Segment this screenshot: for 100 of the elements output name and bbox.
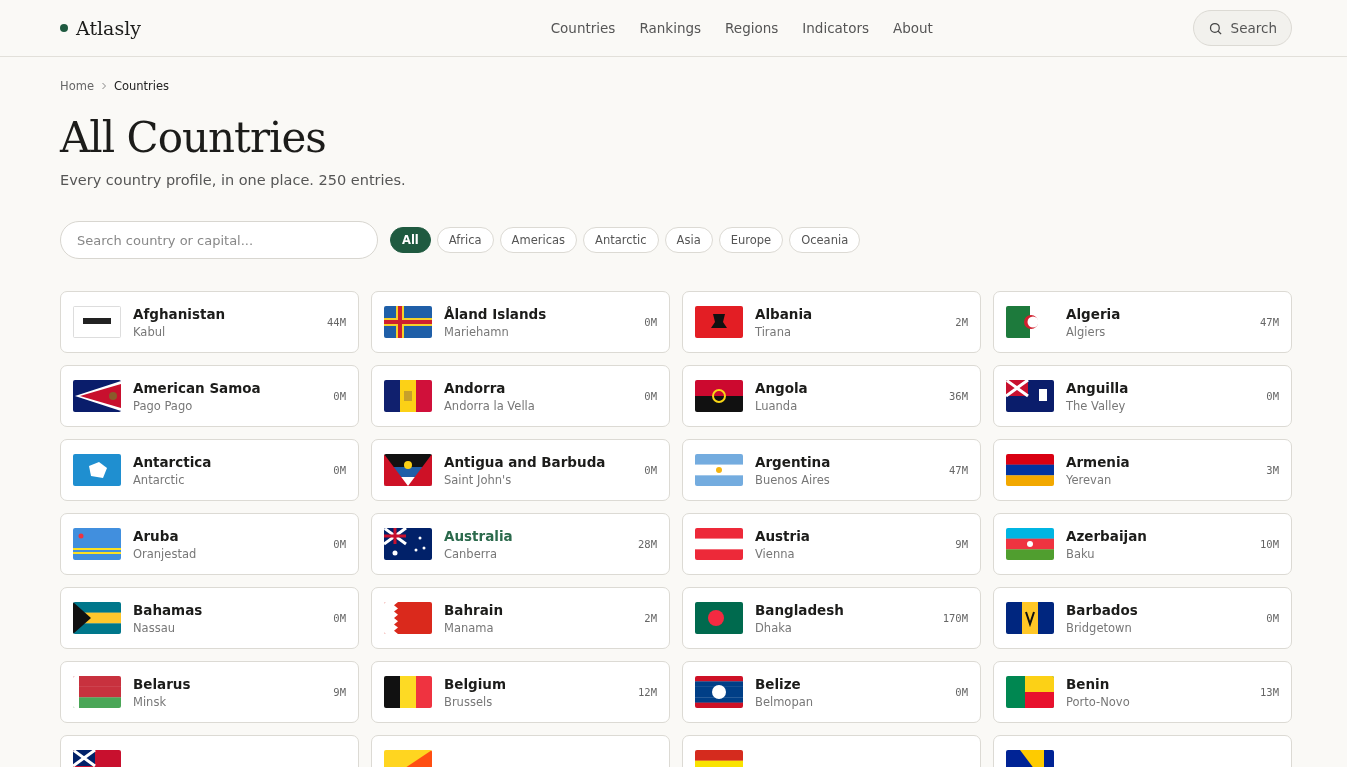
population-value: 0M [333, 464, 346, 476]
capital-name: Nassau [133, 620, 176, 635]
country-card[interactable]: Austria Vienna 9M [682, 513, 981, 575]
nav-link[interactable]: Countries [550, 20, 616, 36]
country-card[interactable]: Armenia Yerevan 3M [993, 439, 1292, 501]
population-value: 0M [333, 538, 346, 550]
country-card[interactable]: Belarus Minsk 9M [60, 661, 359, 723]
filter-chip[interactable]: Americas [499, 227, 578, 253]
population-value: 10M [1260, 538, 1279, 550]
population-value: 9M [333, 686, 346, 698]
flag-icon [695, 528, 743, 560]
filter-chip[interactable]: Europe [718, 227, 784, 253]
flag-icon [384, 380, 432, 412]
flag-icon [1006, 676, 1054, 708]
capital-name: Mariehamn [444, 324, 510, 339]
breadcrumb-link[interactable]: Countries [113, 79, 170, 93]
country-card[interactable]: American Samoa Pago Pago 0M [60, 365, 359, 427]
population-value: 0M [644, 316, 657, 328]
breadcrumb-link[interactable]: Home [60, 79, 94, 93]
capital-name: Kabul [133, 324, 167, 339]
country-name: Australia [444, 527, 514, 544]
filter-chip[interactable]: Africa [436, 227, 494, 253]
chevron-icon [99, 82, 108, 90]
population-value: 0M [644, 390, 657, 402]
flag-icon [73, 306, 121, 338]
country-name: Bangladesh [755, 601, 845, 618]
capital-name: Manama [444, 620, 495, 635]
capital-name: Bridgetown [1066, 620, 1133, 635]
country-card[interactable]: Bahamas Nassau 0M [60, 587, 359, 649]
page-title: All Countries [60, 113, 327, 162]
capital-name: Antarctic [133, 472, 186, 487]
population-value: 0M [955, 686, 968, 698]
capital-name: Canberra [444, 546, 499, 561]
flag-icon [73, 602, 121, 634]
nav-link[interactable]: Rankings [639, 20, 702, 36]
country-name: Bahrain [444, 601, 505, 618]
population-value: 44M [327, 316, 346, 328]
search-field[interactable]: Search country or capital... [60, 221, 378, 259]
population-value: 0M [333, 612, 346, 624]
country-name: Åland Islands [444, 305, 548, 322]
filter-chip[interactable]: Asia [664, 227, 713, 253]
country-name: Anguilla [1066, 379, 1130, 396]
nav-link[interactable]: About [893, 20, 933, 36]
search-button[interactable]: Search [1192, 10, 1292, 46]
country-name: Benin [1066, 675, 1111, 692]
country-card[interactable]: Anguilla The Valley 0M [993, 365, 1292, 427]
population-value: 47M [949, 464, 968, 476]
population-value: 12M [638, 686, 657, 698]
population-value: 0M [644, 464, 657, 476]
capital-name: The Valley [1066, 398, 1127, 413]
country-card[interactable]: Belize Belmopan 0M [682, 661, 981, 723]
country-name: Bahamas [133, 601, 204, 618]
country-card[interactable]: Antarctica Antarctic 0M [60, 439, 359, 501]
country-card[interactable]: Afghanistan Kabul 44M [60, 291, 359, 353]
country-name: Afghanistan [133, 305, 227, 322]
country-card[interactable]: Algeria Algiers 47M [993, 291, 1292, 353]
country-name: Albania [755, 305, 814, 322]
country-name: Andorra [444, 379, 507, 396]
capital-name: Dhaka [755, 620, 793, 635]
flag-icon [73, 528, 121, 560]
capital-name: Porto-Novo [1066, 694, 1131, 709]
country-name: Antarctica [133, 453, 213, 470]
flag-icon [1006, 528, 1054, 560]
flag-icon [695, 306, 743, 338]
country-name: Algeria [1066, 305, 1122, 322]
search-icon [1207, 20, 1223, 36]
capital-name: Oranjestad [133, 546, 198, 561]
nav-link[interactable]: Indicators [802, 20, 869, 36]
country-card[interactable]: Aruba Oranjestad 0M [60, 513, 359, 575]
country-card[interactable]: Argentina Buenos Aires 47M [682, 439, 981, 501]
flag-icon [695, 602, 743, 634]
country-card[interactable]: Antigua and Barbuda Saint John's 0M [371, 439, 670, 501]
country-card[interactable]: Bangladesh Dhaka 170M [682, 587, 981, 649]
population-value: 28M [638, 538, 657, 550]
population-value: 3M [1266, 464, 1279, 476]
logo[interactable]: Atlasly [76, 17, 141, 39]
country-card[interactable]: Benin Porto-Novo 13M [993, 661, 1292, 723]
country-card[interactable]: Angola Luanda 36M [682, 365, 981, 427]
country-card[interactable]: Andorra Andorra la Vella 0M [371, 365, 670, 427]
country-card[interactable]: Barbados Bridgetown 0M [993, 587, 1292, 649]
filter-chip[interactable]: All [390, 227, 431, 253]
country-card[interactable]: Belgium Brussels 12M [371, 661, 670, 723]
country-card[interactable]: Azerbaijan Baku 10M [993, 513, 1292, 575]
population-value: 170M [942, 612, 968, 624]
filter-chip[interactable]: Oceania [789, 227, 861, 253]
country-card[interactable]: Åland Islands Mariehamn 0M [371, 291, 670, 353]
capital-name: Baku [1066, 546, 1096, 561]
capital-name: Vienna [755, 546, 796, 561]
flag-icon [695, 454, 743, 486]
population-value: 2M [955, 316, 968, 328]
country-name: Azerbaijan [1066, 527, 1148, 544]
country-card[interactable]: Albania Tirana 2M [682, 291, 981, 353]
country-card[interactable]: Bahrain Manama 2M [371, 587, 670, 649]
country-card[interactable]: Australia Canberra 28M [371, 513, 670, 575]
capital-name: Andorra la Vella [444, 398, 536, 413]
filter-chip[interactable]: Antarctic [583, 227, 659, 253]
nav-link[interactable]: Regions [725, 20, 779, 36]
capital-name: Brussels [444, 694, 494, 709]
flag-icon [695, 676, 743, 708]
page-subtitle: Every country profile, in one place. 250 entries. [60, 172, 407, 188]
